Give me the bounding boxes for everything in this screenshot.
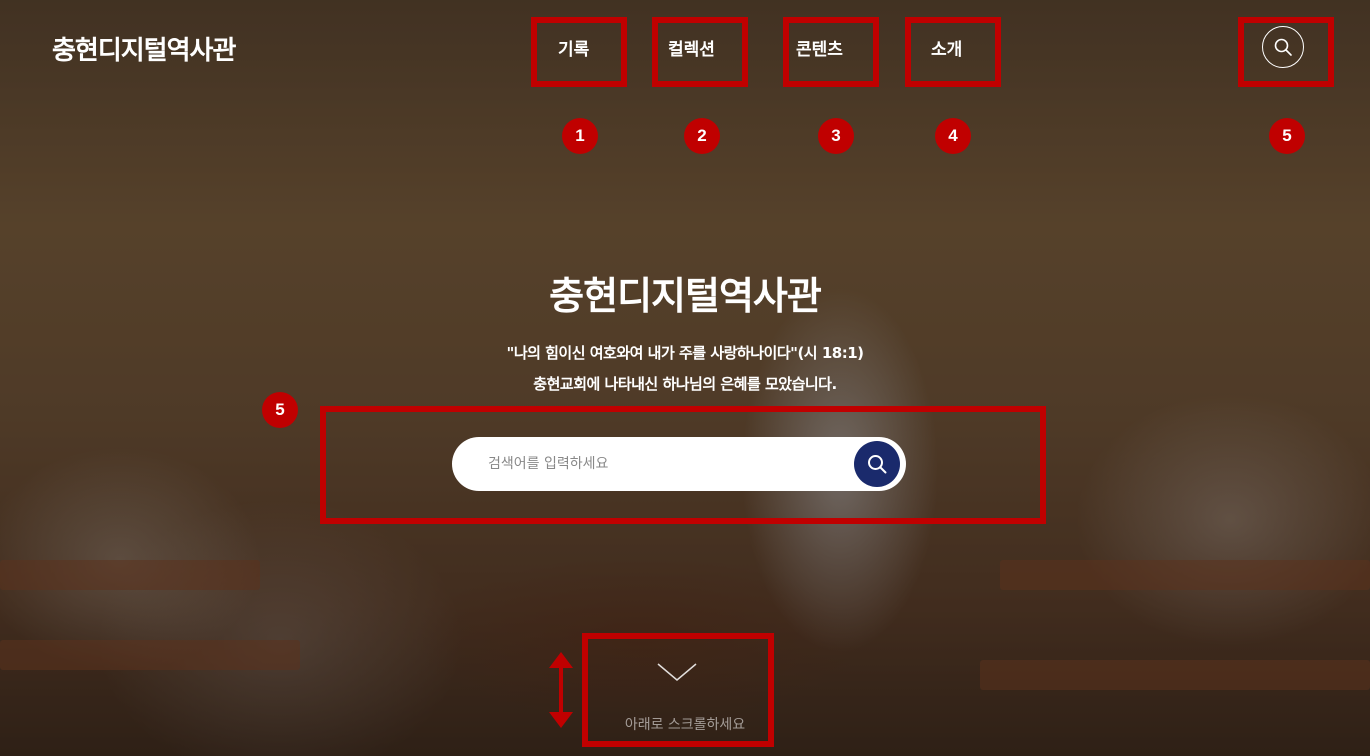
hero-search-bar [452,437,906,491]
background-pew [0,560,260,590]
annotation-badge-2: 2 [684,118,720,154]
site-logo[interactable]: 충현디지털역사관 [52,30,236,67]
background-pew [980,660,1370,690]
annotation-badge-3: 3 [818,118,854,154]
search-icon [1274,38,1292,56]
hero-verse: "나의 힘이신 여호와여 내가 주를 사랑하나이다"(시 18:1) [506,344,865,362]
search-input[interactable] [488,449,848,479]
header-search-button[interactable] [1262,26,1304,68]
annotation-badge-1: 1 [562,118,598,154]
search-icon [868,455,887,474]
annotation-badge-4: 4 [935,118,971,154]
hero-tagline: 충현교회에 나타내신 하나님의 은혜를 모았습니다. [533,375,837,393]
background-pew [1000,560,1370,590]
search-submit-button[interactable] [854,441,900,487]
nav-item-collection[interactable]: 컬렉션 [668,35,715,60]
annotation-badge-5-header: 5 [1269,118,1305,154]
annotation-badge-5-search: 5 [262,392,298,428]
hero-title: 충현디지털역사관 [549,274,822,318]
nav-item-records[interactable]: 기록 [558,35,589,60]
vertical-double-arrow-icon [549,652,573,728]
background-pew [0,640,300,670]
scroll-hint-label: 아래로 스크롤하세요 [624,717,746,733]
nav-item-contents[interactable]: 콘텐츠 [796,35,843,60]
chevron-down-icon[interactable] [656,660,698,684]
nav-item-about[interactable]: 소개 [931,35,962,60]
